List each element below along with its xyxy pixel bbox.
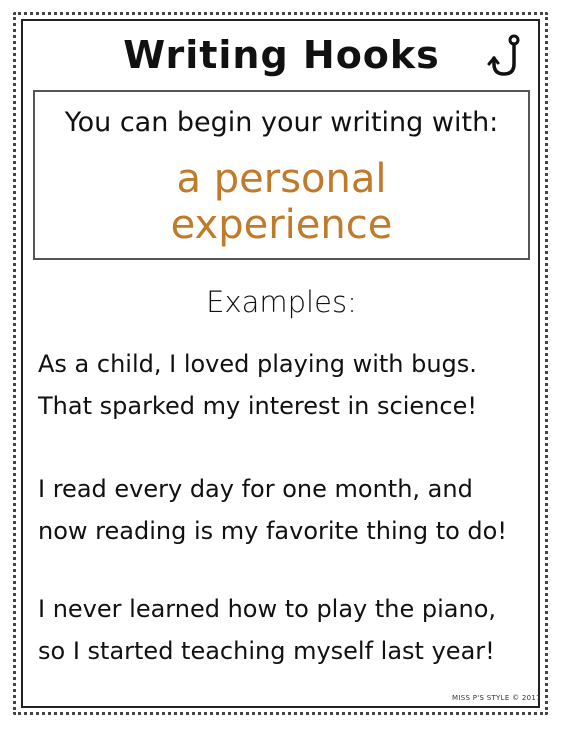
example-1: As a child, I loved playing with bugs. T… <box>38 343 538 427</box>
example-2: I read every day for one month, and now … <box>38 468 538 552</box>
example-3: I never learned how to play the piano, s… <box>38 588 538 672</box>
example-2-line-1: I read every day for one month, and <box>38 475 473 503</box>
hook-type: a personal experience <box>35 156 528 248</box>
example-1-line-1: As a child, I loved playing with bugs. <box>38 350 477 378</box>
hook-type-line-1: a personal <box>176 156 387 202</box>
prompt-intro: You can begin your writing with: <box>64 107 499 138</box>
example-1-line-2: That sparked my interest in science! <box>38 392 477 420</box>
example-3-line-1: I never learned how to play the piano, <box>38 595 497 623</box>
title-row: Writing Hooks <box>0 26 563 84</box>
examples-heading: Examples: <box>206 285 357 319</box>
example-3-line-2: so I started teaching myself last year! <box>38 637 495 665</box>
example-2-line-2: now reading is my favorite thing to do! <box>38 517 507 545</box>
fish-hook-icon <box>487 34 520 76</box>
prompt-box: You can begin your writing with: a perso… <box>33 90 530 260</box>
credit-text: MISS P'S STYLE © 2017 <box>452 694 541 702</box>
page-title: Writing Hooks <box>123 33 440 77</box>
hook-type-line-2: experience <box>170 202 393 248</box>
